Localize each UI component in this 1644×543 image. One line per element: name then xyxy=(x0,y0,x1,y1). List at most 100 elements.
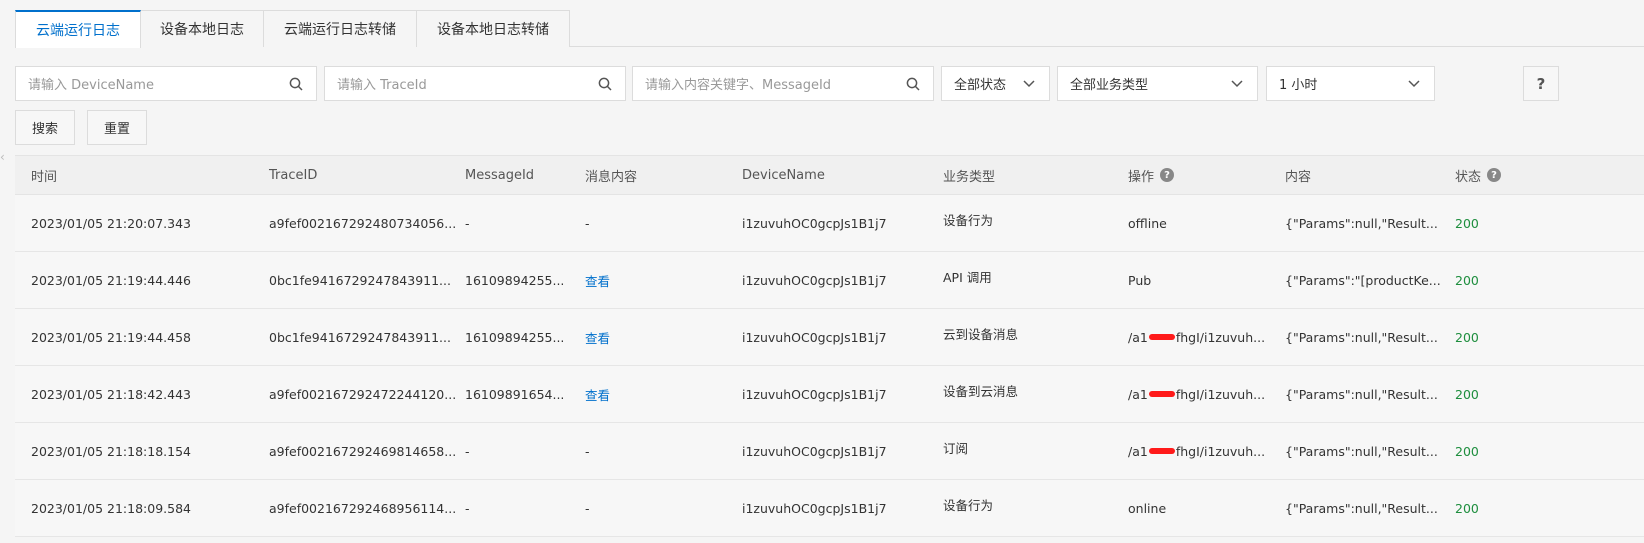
cell-msg-content: - xyxy=(585,500,590,516)
cell-content: {"Params":null,"Result... xyxy=(1285,386,1438,402)
redaction-mark xyxy=(1148,391,1175,397)
log-tabs: 云端运行日志 设备本地日志 云端运行日志转储 设备本地日志转储 xyxy=(15,10,1644,48)
action-buttons: 搜索 重置 xyxy=(15,110,159,145)
cell-message-id: 16109894255... xyxy=(465,272,565,288)
cell-content: {"Params":null,"Result... xyxy=(1285,500,1438,516)
cell-time: 2023/01/05 21:19:44.446 xyxy=(31,272,191,288)
operation-topic-suffix: fhgI/i1zuvuh... xyxy=(1175,443,1266,459)
log-table: 时间 TraceID MessageId 消息内容 DeviceName 业务类… xyxy=(15,155,1644,537)
cell-time: 2023/01/05 21:20:07.343 xyxy=(31,215,191,231)
cell-biz-type: API 调用 xyxy=(943,269,992,285)
col-status-label: 状态 xyxy=(1455,169,1482,185)
redaction-mark xyxy=(1148,334,1175,340)
col-biz-type: 业务类型 xyxy=(943,169,996,185)
search-button[interactable]: 搜索 xyxy=(15,110,75,145)
view-message-link[interactable]: 查看 xyxy=(585,366,610,422)
col-content: 内容 xyxy=(1285,169,1312,185)
biz-type-select[interactable]: 全部业务类型 xyxy=(1057,66,1258,101)
tab-cloud-run-log[interactable]: 云端运行日志 xyxy=(15,10,141,48)
operation-topic-prefix: /a1 xyxy=(1128,443,1148,459)
tab-device-log-dump[interactable]: 设备本地日志转储 xyxy=(416,10,570,47)
cell-biz-type: 设备行为 xyxy=(943,497,994,513)
search-icon[interactable] xyxy=(905,76,921,92)
col-status: 状态? xyxy=(1455,156,1502,194)
cell-time: 2023/01/05 21:19:44.458 xyxy=(31,329,191,345)
help-button[interactable]: ? xyxy=(1523,66,1559,101)
col-message-id: MessageId xyxy=(465,167,535,183)
cell-operation: /a1 fhgI/i1zuvuh... xyxy=(1128,423,1265,479)
content-keyword-input[interactable]: 请输入内容关键字、MessageId xyxy=(645,74,905,93)
view-message-link[interactable]: 查看 xyxy=(585,252,610,308)
search-icon[interactable] xyxy=(288,76,304,92)
redaction-mark xyxy=(1148,448,1175,454)
cell-message-id: 16109891654... xyxy=(465,386,565,402)
col-time: 时间 xyxy=(31,169,58,185)
time-range-select[interactable]: 1 小时 xyxy=(1266,66,1435,101)
cell-time: 2023/01/05 21:18:09.584 xyxy=(31,500,191,516)
cell-device-name: i1zuvuhOC0gcpJs1B1j7 xyxy=(742,272,887,288)
col-operation: 操作? xyxy=(1128,156,1175,194)
cell-operation: Pub xyxy=(1128,272,1152,288)
question-circle-icon[interactable]: ? xyxy=(1487,168,1502,182)
cell-operation: online xyxy=(1128,500,1167,516)
table-header: 时间 TraceID MessageId 消息内容 DeviceName 业务类… xyxy=(15,155,1644,195)
time-range-select-value: 1 小时 xyxy=(1279,78,1318,93)
cell-content: {"Params":"[productKe... xyxy=(1285,272,1441,288)
cell-content: {"Params":null,"Result... xyxy=(1285,215,1438,231)
cell-message-id: - xyxy=(465,215,470,231)
cell-trace-id: a9fef002167292469814658... xyxy=(269,443,457,459)
view-message-link[interactable]: 查看 xyxy=(585,309,610,365)
operation-topic-prefix: /a1 xyxy=(1128,386,1148,402)
question-circle-icon[interactable]: ? xyxy=(1160,168,1175,182)
cell-device-name: i1zuvuhOC0gcpJs1B1j7 xyxy=(742,443,887,459)
trace-id-input[interactable]: 请输入 TraceId xyxy=(337,74,597,93)
cell-biz-type: 云到设备消息 xyxy=(943,326,1019,342)
tab-cloud-log-dump[interactable]: 云端运行日志转储 xyxy=(263,10,417,47)
cell-status: 200 xyxy=(1455,500,1479,516)
cell-device-name: i1zuvuhOC0gcpJs1B1j7 xyxy=(742,500,887,516)
cell-time: 2023/01/05 21:18:42.443 xyxy=(31,386,191,402)
chevron-down-icon xyxy=(1229,76,1245,92)
table-row: 2023/01/05 21:19:44.446 0bc1fe9416729247… xyxy=(15,252,1644,309)
cell-trace-id: 0bc1fe9416729247843911... xyxy=(269,272,451,288)
device-name-input[interactable]: 请输入 DeviceName xyxy=(28,74,288,93)
cell-trace-id: 0bc1fe9416729247843911... xyxy=(269,329,451,345)
operation-topic-suffix: fhgI/i1zuvuh... xyxy=(1175,386,1266,402)
status-select[interactable]: 全部状态 xyxy=(941,66,1050,101)
cell-operation: offline xyxy=(1128,215,1167,231)
reset-button[interactable]: 重置 xyxy=(87,110,147,145)
search-icon[interactable] xyxy=(597,76,613,92)
cell-status: 200 xyxy=(1455,443,1479,459)
cell-content: {"Params":null,"Result... xyxy=(1285,443,1438,459)
cell-device-name: i1zuvuhOC0gcpJs1B1j7 xyxy=(742,329,887,345)
col-msg-content: 消息内容 xyxy=(585,169,638,185)
device-name-search-field[interactable]: 请输入 DeviceName xyxy=(15,66,317,101)
table-row: 2023/01/05 21:20:07.343 a9fef00216729248… xyxy=(15,195,1644,252)
tab-device-local-log[interactable]: 设备本地日志 xyxy=(140,10,264,47)
cell-message-id: - xyxy=(465,443,470,459)
chevron-down-icon xyxy=(1406,76,1422,92)
cell-msg-content: - xyxy=(585,215,590,231)
cell-status: 200 xyxy=(1455,215,1479,231)
table-row: 2023/01/05 21:18:42.443 a9fef00216729247… xyxy=(15,366,1644,423)
status-select-value: 全部状态 xyxy=(954,78,1007,93)
cell-message-id: - xyxy=(465,500,470,516)
chevron-down-icon xyxy=(1021,76,1037,92)
cell-operation: /a1 fhgI/i1zuvuh... xyxy=(1128,309,1265,365)
table-row: 2023/01/05 21:18:18.154 a9fef00216729246… xyxy=(15,423,1644,480)
operation-topic-suffix: fhgI/i1zuvuh... xyxy=(1175,329,1266,345)
cell-trace-id: a9fef002167292480734056... xyxy=(269,215,457,231)
trace-id-search-field[interactable]: 请输入 TraceId xyxy=(324,66,626,101)
cell-content: {"Params":null,"Result... xyxy=(1285,329,1438,345)
cell-biz-type: 订阅 xyxy=(943,440,969,456)
col-trace-id: TraceID xyxy=(269,167,318,183)
table-row: 2023/01/05 21:19:44.458 0bc1fe9416729247… xyxy=(15,309,1644,366)
content-search-field[interactable]: 请输入内容关键字、MessageId xyxy=(632,66,934,101)
filter-bar: 请输入 DeviceName 请输入 TraceId 请输入内容关键字、Mess… xyxy=(15,66,1644,101)
operation-topic-prefix: /a1 xyxy=(1128,329,1148,345)
collapse-handle-icon[interactable]: ‹ xyxy=(0,150,8,186)
cell-biz-type: 设备行为 xyxy=(943,212,994,228)
cell-trace-id: a9fef002167292468956114... xyxy=(269,500,457,516)
cell-device-name: i1zuvuhOC0gcpJs1B1j7 xyxy=(742,386,887,402)
cell-message-id: 16109894255... xyxy=(465,329,565,345)
